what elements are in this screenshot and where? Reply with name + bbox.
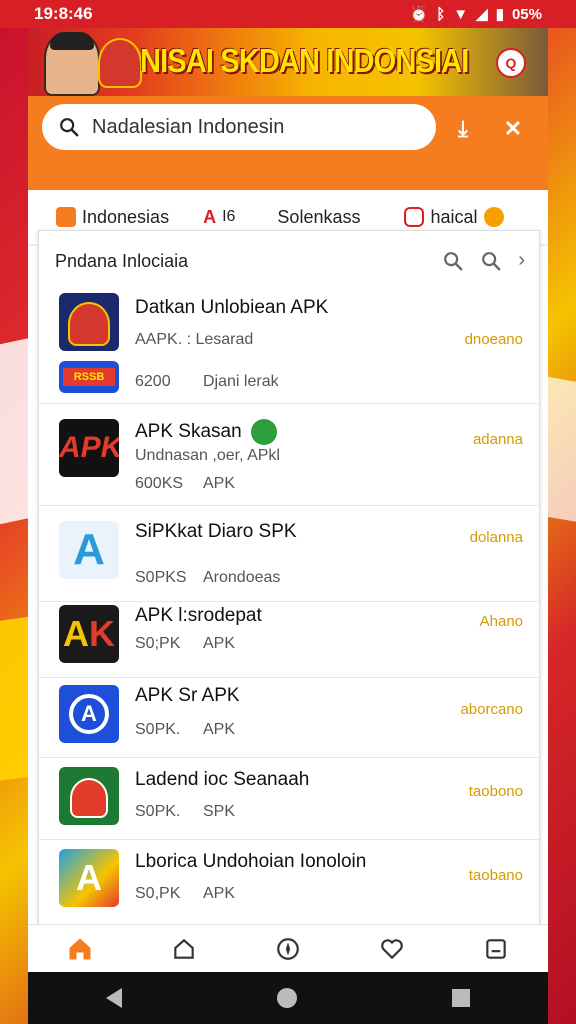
verified-badge-icon (250, 419, 277, 445)
list-item[interactable]: RSSB Datkan Unlobiean APK AAPK. : Lesara… (39, 285, 539, 404)
location-badge-icon[interactable]: Q (496, 48, 526, 78)
status-icons: ⏰ ᛒ ▼ ◢ ▮ 05% (409, 5, 542, 24)
home-icon[interactable] (65, 934, 95, 964)
explore-icon[interactable] (273, 934, 303, 964)
app-size: S0,PK (135, 885, 181, 902)
list-item[interactable]: A APK Sr APK S0PK. APK aborcano (39, 677, 539, 758)
install-button[interactable]: taobono (469, 783, 523, 800)
tab-label: Solenkass (277, 206, 361, 227)
list-item[interactable]: APK APK Skasan Undnasan ,oer, APkl 600KS… (39, 403, 539, 506)
recents-icon[interactable] (452, 989, 471, 1007)
search-icon (60, 118, 79, 137)
list-item[interactable]: A Lborica Undohoian Ionoloin S0,PK APK t… (39, 839, 539, 925)
app-size: 600KS (135, 475, 184, 492)
app-list-card: Pndana Inlociaia › RSSB Datkan Unlobiean… (38, 230, 540, 954)
install-button[interactable]: dnoeano (465, 331, 523, 348)
app-title-text: APK Skasan (135, 421, 242, 443)
app-meta: APK (203, 635, 236, 652)
app-subtitle: Undnasan ,oer, APkl (135, 447, 280, 464)
signal-icon: ◢ (476, 6, 488, 23)
battery-icon: ▮ (495, 6, 504, 23)
tab-label: haical (430, 206, 478, 227)
badge-icon (483, 207, 504, 227)
a-app-icon: A (59, 521, 119, 579)
app-title: SiPKkat Diaro SPK (135, 521, 297, 542)
app-window: NISAI SKDAN INDONSIAI Q ⤓ ✕ Indonesias A… (28, 28, 548, 1024)
colorful-app-icon: A (59, 849, 119, 907)
app-size: S0;PK (135, 635, 181, 652)
install-button[interactable]: aborcano (460, 701, 523, 718)
list-toolbar: › (442, 249, 525, 272)
install-button[interactable]: taobano (469, 867, 523, 884)
app-size: 6200 (135, 373, 171, 390)
app-size: S0PK. (135, 721, 181, 738)
tab-suffix: I6 (222, 208, 236, 225)
app-title: APK l:srodepat (135, 605, 262, 626)
app-title: Datkan Unlobiean APK (135, 297, 329, 318)
battery-level: 05% (511, 5, 542, 23)
app-meta: Djani lerak (203, 373, 279, 390)
app-meta: SPK (203, 803, 236, 820)
app-size: S0PKS (135, 569, 187, 586)
search-icon[interactable] (442, 250, 464, 272)
close-icon[interactable]: ✕ (498, 114, 528, 144)
portrait-image (44, 32, 100, 96)
bottom-navigation (28, 924, 548, 973)
ak-app-icon: AK (59, 605, 119, 663)
search-icon[interactable] (480, 250, 502, 272)
a-circle-app-icon: A (59, 685, 119, 743)
garuda-app-icon (59, 293, 119, 351)
app-title: APK Skasan (135, 419, 277, 445)
garuda-green-app-icon (59, 767, 119, 825)
download-icon[interactable]: ⤓ (448, 114, 478, 144)
app-meta: APK (203, 885, 236, 902)
install-button[interactable]: Ahano (480, 613, 523, 630)
list-item[interactable]: A SiPKkat Diaro SPK S0PKS Arondoeas dola… (39, 505, 539, 602)
app-meta: APK (203, 721, 236, 738)
install-button[interactable]: dolanna (470, 529, 523, 546)
wifi-icon: ▼ (453, 5, 469, 23)
tab-label: Indonesias (82, 206, 170, 227)
bluetooth-icon: ᛒ (436, 5, 446, 23)
search-box[interactable] (42, 104, 436, 150)
search-input[interactable] (90, 114, 424, 140)
app-size: S0PK. (135, 803, 181, 820)
app-title: APK Sr APK (135, 685, 240, 706)
banner-title: NISAI SKDAN INDONSIAI (140, 42, 469, 79)
system-navigation (28, 972, 548, 1024)
downloads-icon[interactable] (481, 934, 511, 964)
heart-icon[interactable] (377, 934, 407, 964)
search-header: ⤓ ✕ (28, 96, 548, 190)
alarm-icon: ⏰ (409, 6, 429, 23)
install-button[interactable]: adanna (473, 431, 523, 448)
home-button-icon[interactable] (276, 988, 297, 1008)
list-item[interactable]: AK APK l:srodepat S0;PK APK Ahano (39, 601, 539, 678)
app-meta: Arondoeas (203, 569, 281, 586)
tab-label: A (203, 206, 217, 227)
status-bar: 19:8:46 ⏰ ᛒ ▼ ◢ ▮ 05% (0, 0, 576, 28)
app-grid-icon (404, 207, 425, 227)
list-title: Pndana Inlociaia (55, 251, 189, 271)
apk-app-icon: APK (59, 419, 119, 477)
list-item[interactable]: Ladend ioc Seanaah S0PK. SPK taobono (39, 757, 539, 840)
app-title: Lborica Undohoian Ionoloin (135, 851, 367, 872)
app-title: Ladend ioc Seanaah (135, 769, 310, 790)
status-time: 19:8:46 (34, 4, 93, 23)
header-banner: NISAI SKDAN INDONSIAI Q (28, 28, 548, 96)
app-meta: APK (203, 475, 236, 492)
banner-app-icon: RSSB (59, 361, 119, 393)
chevron-right-icon[interactable]: › (518, 249, 525, 272)
garuda-emblem-icon (98, 38, 142, 88)
house-outline-icon[interactable] (169, 934, 199, 964)
back-icon[interactable] (105, 988, 122, 1008)
flag-icon (56, 207, 76, 227)
app-subtitle: AAPK. : Lesarad (135, 331, 254, 348)
